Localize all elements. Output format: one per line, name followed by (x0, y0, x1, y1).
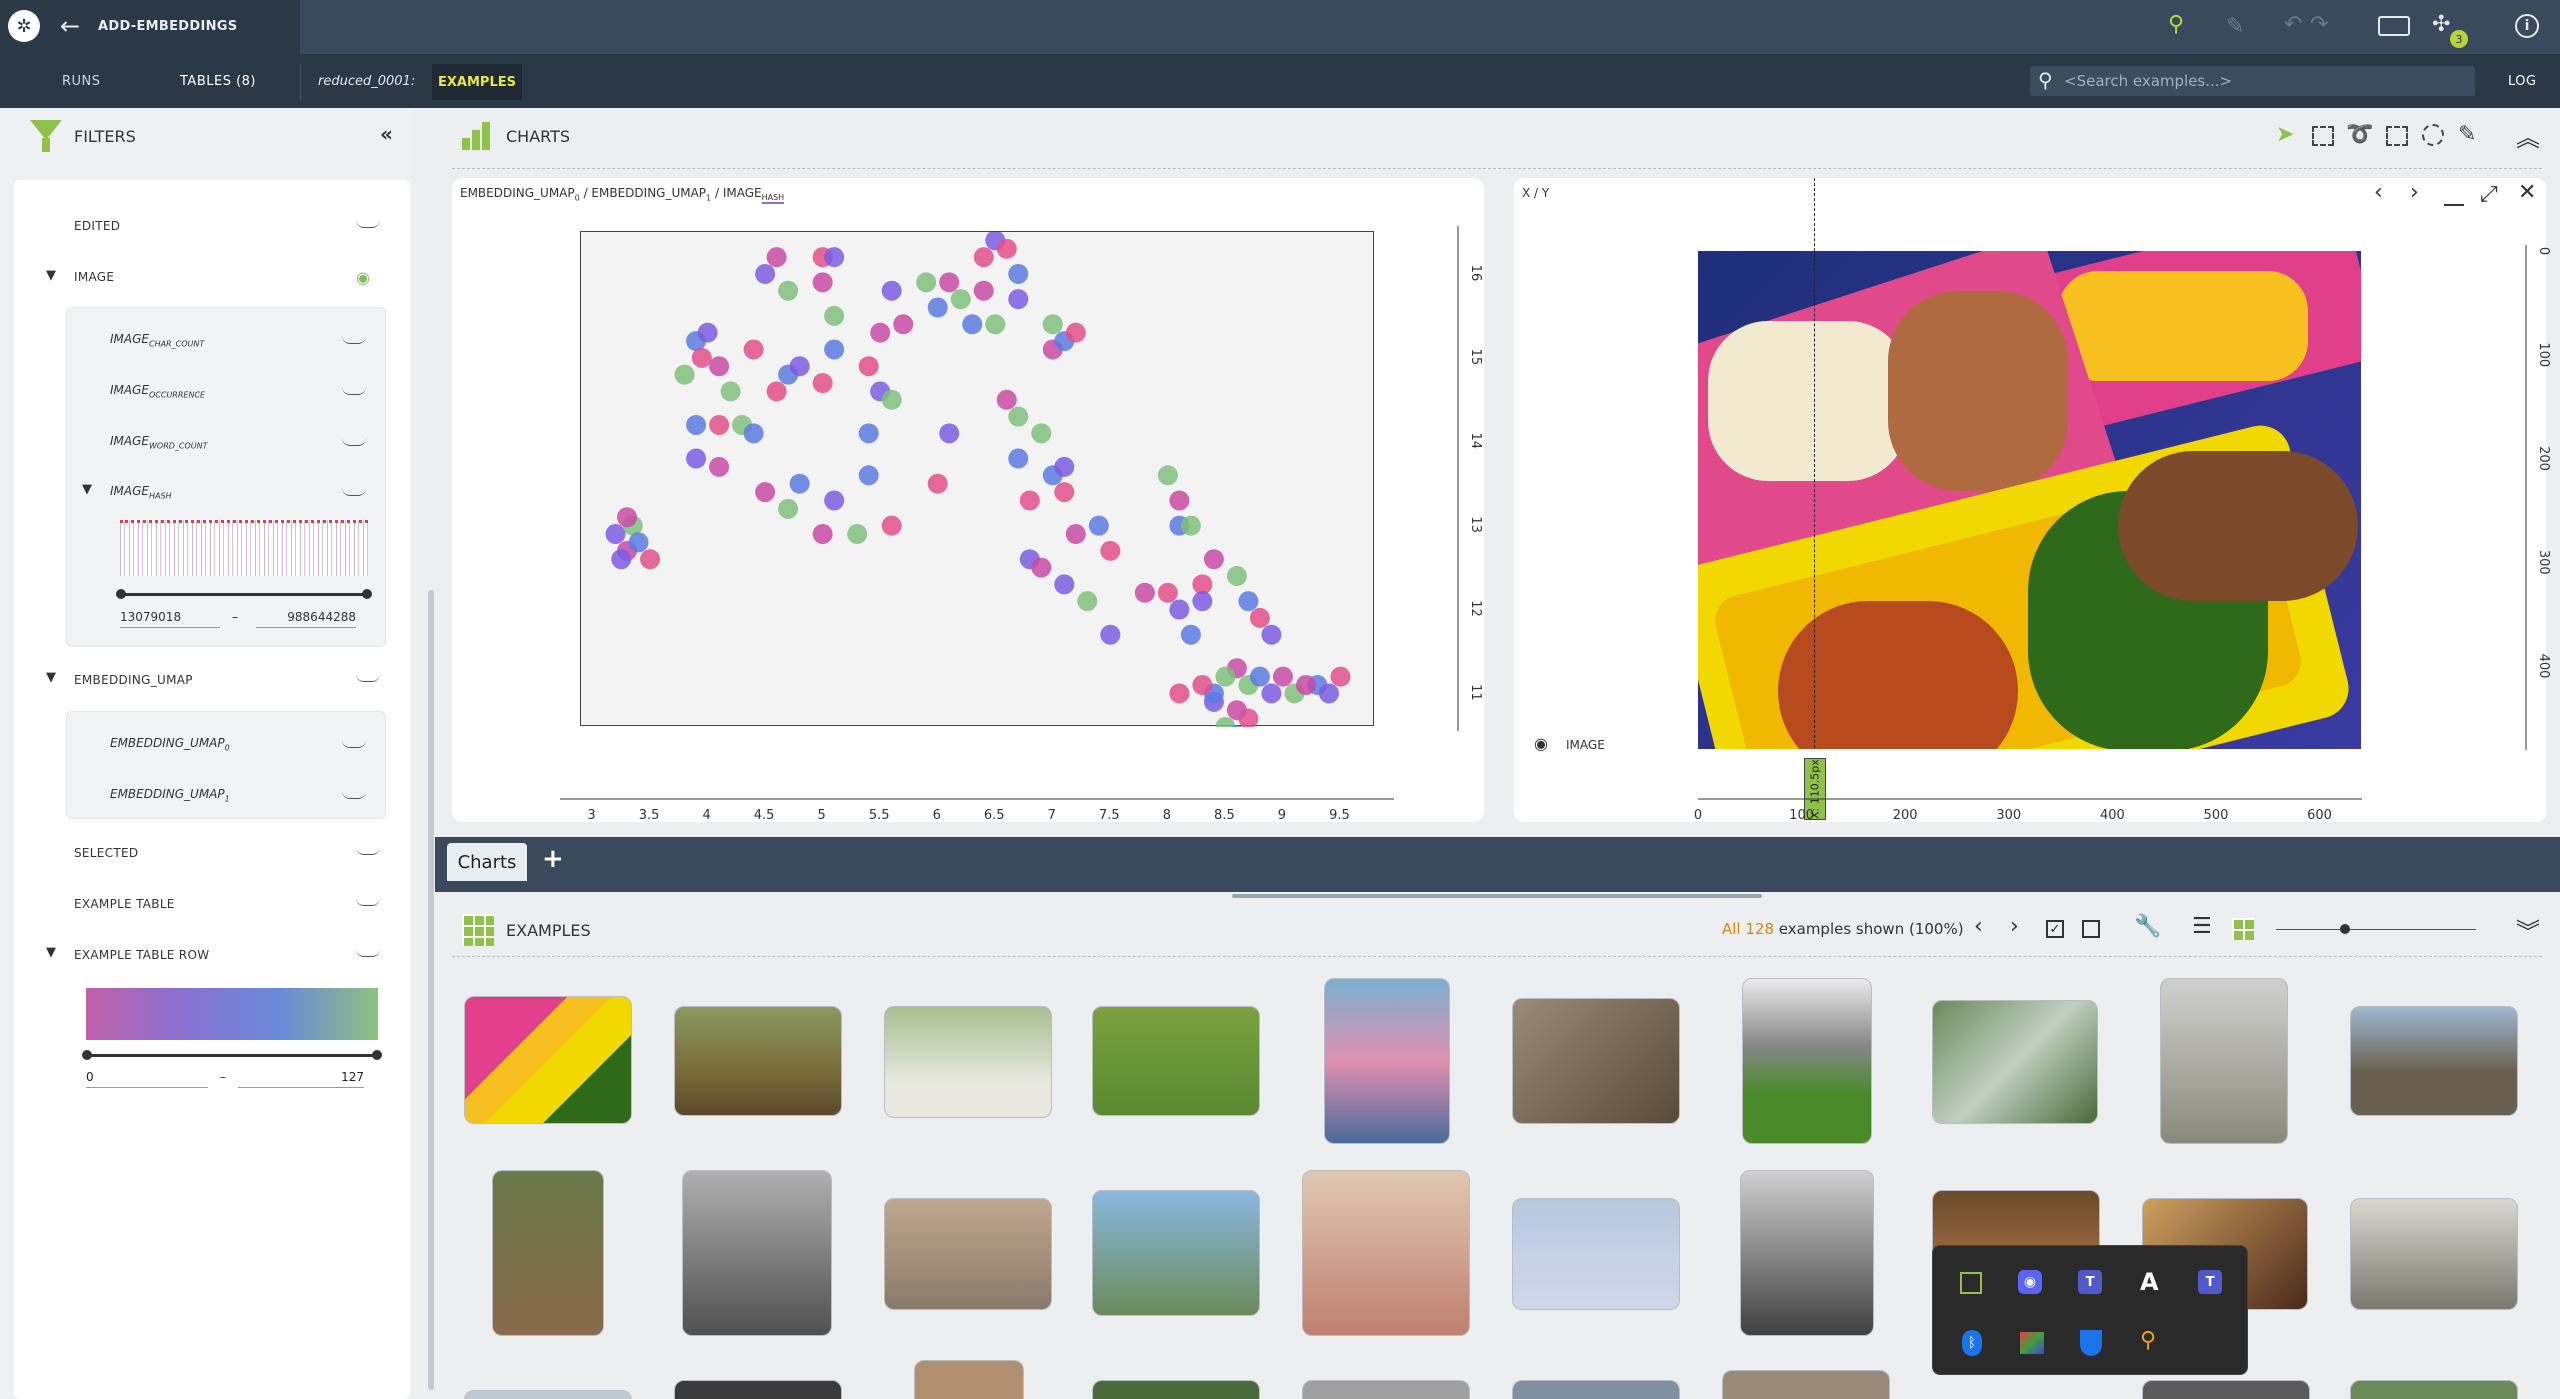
example-thumbnail[interactable] (2160, 978, 2288, 1144)
example-thumbnail[interactable] (914, 1360, 1024, 1399)
example-thumbnail[interactable] (2350, 1198, 2518, 1310)
example-thumbnail[interactable] (2142, 1380, 2310, 1399)
example-thumbnail[interactable] (1324, 978, 1450, 1144)
example-thumbnail[interactable] (884, 1006, 1052, 1118)
example-thumbnail[interactable] (464, 996, 632, 1124)
example-thumbnail[interactable] (1092, 1006, 1260, 1116)
example-thumbnail[interactable] (1512, 1198, 1680, 1310)
example-thumbnail[interactable] (884, 1198, 1052, 1310)
example-thumbnail[interactable] (1512, 998, 1680, 1124)
example-thumbnail[interactable] (1302, 1380, 1470, 1399)
defender-icon[interactable] (2080, 1330, 2102, 1356)
example-thumbnail[interactable] (1302, 1170, 1470, 1336)
example-thumbnail[interactable] (1512, 1380, 1680, 1399)
autocad-icon[interactable]: A (2140, 1268, 2159, 1296)
example-thumbnail[interactable] (682, 1170, 832, 1336)
discord-icon[interactable]: ◉ (2018, 1270, 2042, 1294)
monitor-icon[interactable] (2020, 1332, 2044, 1354)
teams-icon[interactable]: T (2078, 1270, 2102, 1294)
example-thumbnail[interactable] (1932, 1000, 2098, 1124)
example-thumbnail[interactable] (464, 1390, 632, 1399)
example-thumbnail[interactable] (1742, 978, 1872, 1144)
example-thumbnail[interactable] (2350, 1380, 2518, 1399)
example-thumbnail[interactable] (1722, 1370, 1890, 1399)
example-thumbnail[interactable] (2350, 1006, 2518, 1116)
example-thumbnail[interactable] (674, 1006, 842, 1116)
examples-grid (0, 0, 2560, 1399)
teams-icon[interactable]: T (2198, 1270, 2222, 1294)
gpu-icon[interactable] (1960, 1272, 1982, 1294)
example-thumbnail[interactable] (1740, 1170, 1874, 1336)
example-thumbnail[interactable] (1092, 1380, 1260, 1399)
example-thumbnail[interactable] (1092, 1190, 1260, 1316)
example-thumbnail[interactable] (674, 1380, 842, 1399)
bluetooth-icon[interactable]: ᛒ (1962, 1330, 1982, 1356)
example-thumbnail[interactable] (492, 1170, 604, 1336)
search-tool-icon[interactable]: ⚲ (2140, 1328, 2156, 1353)
